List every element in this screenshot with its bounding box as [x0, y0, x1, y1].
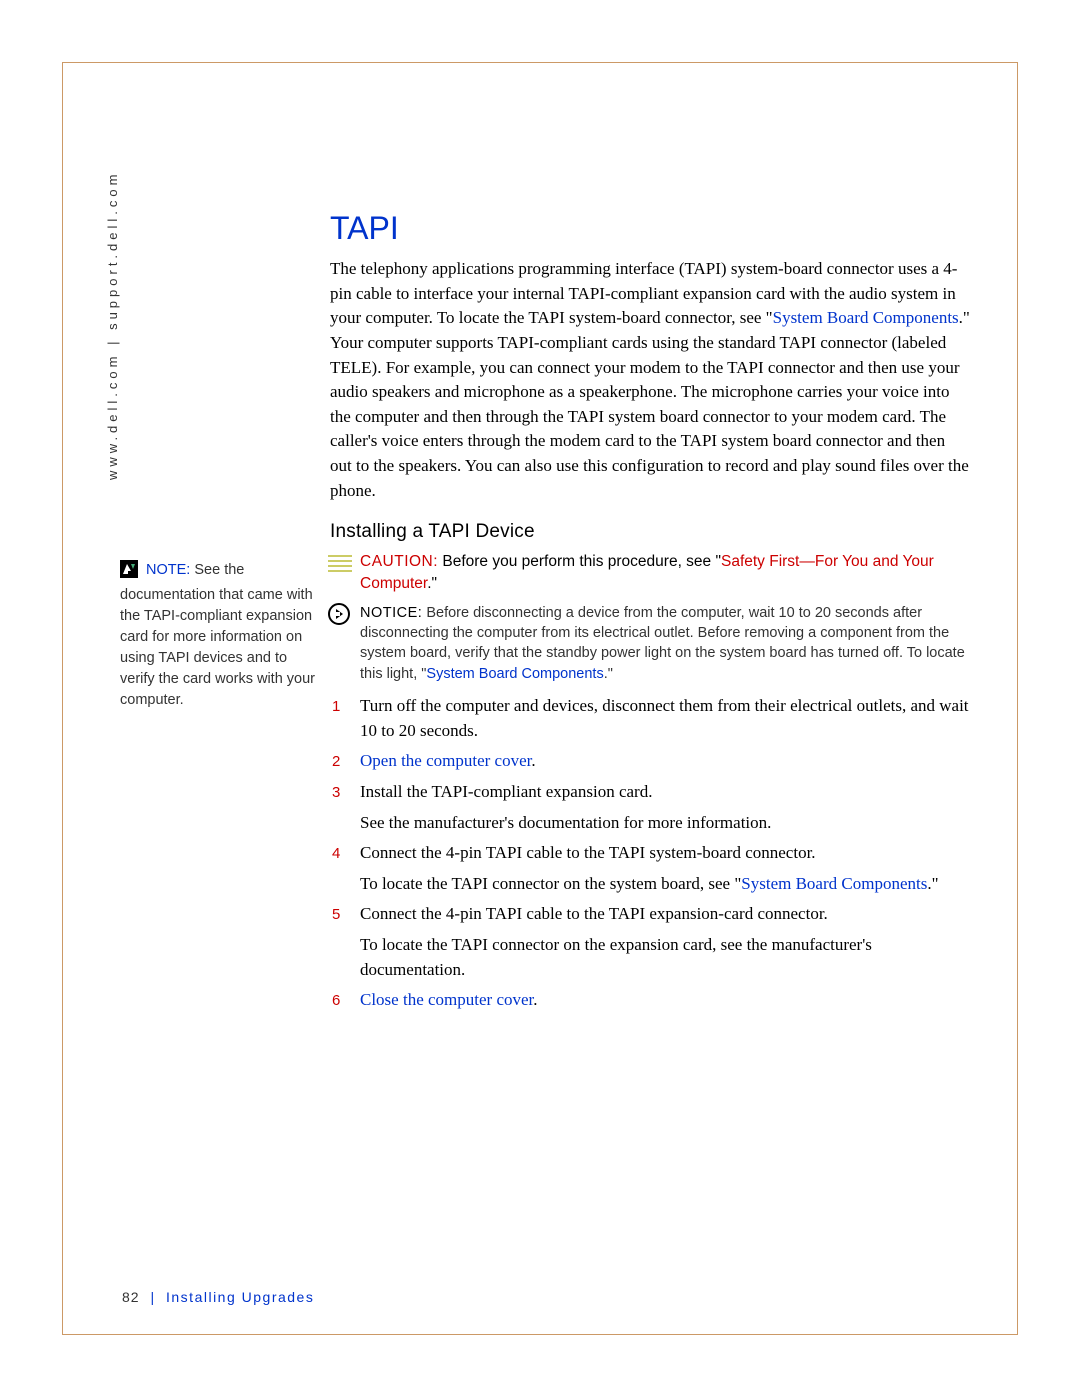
step-number: 2: [332, 751, 340, 773]
notice-block: NOTICE: Before disconnecting a device fr…: [360, 603, 970, 684]
step-subtext: See the manufacturer's documentation for…: [360, 811, 970, 836]
notice-text-2: .": [604, 666, 613, 682]
intro-paragraph: The telephony applications programming i…: [330, 257, 970, 503]
step-text: Connect the 4-pin TAPI cable to the TAPI…: [360, 843, 816, 862]
step-number: 5: [332, 904, 340, 926]
notice-icon: [328, 603, 350, 631]
step-number: 6: [332, 990, 340, 1012]
footer-separator: |: [150, 1289, 155, 1305]
link-system-board-components-2[interactable]: System Board Components: [426, 666, 603, 682]
step-number: 3: [332, 782, 340, 804]
link-close-cover[interactable]: Close the computer cover: [360, 990, 533, 1009]
footer-section: Installing Upgrades: [166, 1289, 314, 1305]
step-text: Connect the 4-pin TAPI cable to the TAPI…: [360, 904, 828, 923]
step-sub-post: .": [927, 874, 938, 893]
step-3: 3 Install the TAPI-compliant expansion c…: [360, 780, 970, 835]
step-subtext: To locate the TAPI connector on the syst…: [360, 872, 970, 897]
intro-text-2: ." Your computer supports TAPI-compliant…: [330, 308, 970, 499]
step-subtext: To locate the TAPI connector on the expa…: [360, 933, 970, 982]
notice-label: NOTICE:: [360, 605, 422, 621]
step-2: 2 Open the computer cover.: [360, 749, 970, 774]
caution-block: CAUTION: Before you perform this procedu…: [360, 551, 970, 594]
caution-text-1: Before you perform this procedure, see ": [438, 553, 721, 570]
caution-icon: [328, 553, 352, 580]
subheading-installing: Installing a TAPI Device: [330, 521, 970, 543]
step-5: 5 Connect the 4-pin TAPI cable to the TA…: [360, 902, 970, 982]
step-tail: .: [531, 751, 535, 770]
steps-list: 1 Turn off the computer and devices, dis…: [360, 694, 970, 1013]
link-system-board-components[interactable]: System Board Components: [773, 308, 959, 327]
step-number: 1: [332, 696, 340, 718]
step-4: 4 Connect the 4-pin TAPI cable to the TA…: [360, 841, 970, 896]
link-system-board-components-3[interactable]: System Board Components: [741, 874, 927, 893]
vertical-url: www.dell.com | support.dell.com: [105, 171, 120, 480]
step-text: Install the TAPI-compliant expansion car…: [360, 782, 652, 801]
step-sub-pre: To locate the TAPI connector on the syst…: [360, 874, 741, 893]
page-title: TAPI: [330, 210, 970, 247]
link-open-cover[interactable]: Open the computer cover: [360, 751, 531, 770]
step-text: Turn off the computer and devices, disco…: [360, 696, 969, 740]
page-number: 82: [122, 1289, 140, 1305]
note-icon: [120, 560, 138, 585]
caution-label: CAUTION:: [360, 553, 438, 570]
step-1: 1 Turn off the computer and devices, dis…: [360, 694, 970, 743]
step-number: 4: [332, 843, 340, 865]
note-label: NOTE:: [146, 562, 190, 578]
step-tail: .: [533, 990, 537, 1009]
caution-text-2: .": [427, 575, 437, 592]
page-footer: 82 | Installing Upgrades: [122, 1289, 314, 1305]
step-6: 6 Close the computer cover.: [360, 988, 970, 1013]
side-note: NOTE: See the documentation that came wi…: [120, 560, 315, 711]
note-body: See the documentation that came with the…: [120, 562, 315, 708]
main-content: TAPI The telephony applications programm…: [330, 210, 970, 1019]
